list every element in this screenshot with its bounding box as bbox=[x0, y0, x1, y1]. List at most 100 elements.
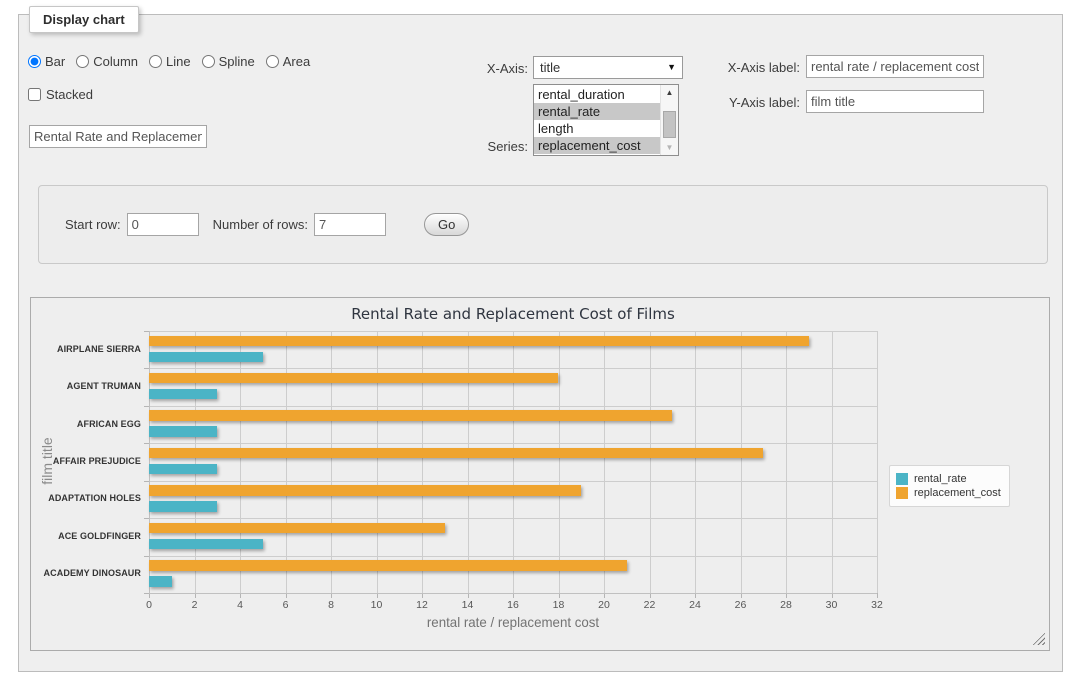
bar-replacement_cost bbox=[149, 448, 763, 459]
legend-label: replacement_cost bbox=[914, 487, 1001, 499]
gridline bbox=[786, 331, 787, 593]
start-row-label: Start row: bbox=[65, 217, 121, 232]
series-listbox[interactable]: rental_durationrental_ratelengthreplacem… bbox=[533, 84, 679, 156]
y-axis-label-field-label: Y-Axis label: bbox=[688, 95, 800, 110]
chart-type-radio-area[interactable] bbox=[266, 55, 279, 68]
fieldset-legend: Display chart bbox=[29, 6, 139, 33]
series-option-replacement_cost[interactable]: replacement_cost bbox=[534, 137, 661, 154]
x-axis-picker-label: X-Axis: bbox=[440, 61, 528, 76]
row-controls: Start row: Number of rows: Go bbox=[65, 186, 469, 263]
y-tickmark bbox=[144, 518, 149, 519]
stacked-checkbox[interactable] bbox=[28, 88, 41, 101]
x-tick-label: 26 bbox=[726, 599, 756, 611]
gridline bbox=[650, 331, 651, 593]
scroll-down-icon[interactable]: ▼ bbox=[661, 140, 678, 155]
bar-rental_rate bbox=[149, 501, 217, 512]
chart-type-radio-line[interactable] bbox=[149, 55, 162, 68]
gridline bbox=[377, 331, 378, 593]
chart-type-option-spline[interactable]: Spline bbox=[202, 54, 255, 69]
gridline bbox=[604, 331, 605, 593]
chevron-down-icon: ▼ bbox=[667, 62, 676, 72]
chart-type-option-area[interactable]: Area bbox=[266, 54, 310, 69]
bar-rental_rate bbox=[149, 352, 263, 363]
y-tickmark bbox=[144, 556, 149, 557]
legend-item-rental_rate[interactable]: rental_rate bbox=[896, 473, 1001, 485]
series-listbox-scrollbar[interactable]: ▲ ▼ bbox=[660, 85, 678, 155]
chart-type-radiogroup: Bar Column Line Spline Area bbox=[28, 54, 321, 69]
legend-item-replacement_cost[interactable]: replacement_cost bbox=[896, 487, 1001, 499]
chart-legend: rental_rate replacement_cost bbox=[889, 465, 1010, 507]
scrollbar-thumb[interactable] bbox=[663, 111, 676, 138]
app-root: Display chart Bar Column Line Spline Area St… bbox=[0, 0, 1081, 681]
x-axis-label-field-label: X-Axis label: bbox=[688, 60, 800, 75]
gridline bbox=[832, 331, 833, 593]
chart-type-option-line[interactable]: Line bbox=[149, 54, 191, 69]
gridline bbox=[695, 331, 696, 593]
x-tick-label: 24 bbox=[680, 599, 710, 611]
bar-rental_rate bbox=[149, 426, 217, 437]
bar-rental_rate bbox=[149, 389, 217, 400]
chart-type-radio-spline[interactable] bbox=[202, 55, 215, 68]
row-controls-panel: Start row: Number of rows: Go bbox=[38, 185, 1048, 264]
gridline bbox=[240, 331, 241, 593]
y-tickmark bbox=[144, 368, 149, 369]
bar-replacement_cost bbox=[149, 523, 445, 534]
x-tick-label: 8 bbox=[316, 599, 346, 611]
x-tick-label: 22 bbox=[635, 599, 665, 611]
x-tickmark bbox=[877, 593, 878, 598]
y-tickmark bbox=[144, 331, 149, 332]
bar-replacement_cost bbox=[149, 336, 809, 347]
y-axis-title: film title bbox=[39, 330, 55, 592]
bar-replacement_cost bbox=[149, 485, 581, 496]
x-tick-label: 2 bbox=[180, 599, 210, 611]
x-axis-label-input[interactable] bbox=[806, 55, 984, 78]
series-picker-label: Series: bbox=[440, 139, 528, 154]
x-tick-label: 0 bbox=[134, 599, 164, 611]
y-tickmark bbox=[144, 406, 149, 407]
x-tick-label: 30 bbox=[817, 599, 847, 611]
y-axis-label-input[interactable] bbox=[806, 90, 984, 113]
gridline bbox=[513, 331, 514, 593]
chart-type-option-column[interactable]: Column bbox=[76, 54, 138, 69]
bar-rental_rate bbox=[149, 576, 172, 587]
x-tick-label: 14 bbox=[453, 599, 483, 611]
start-row-input[interactable] bbox=[127, 213, 199, 236]
gridline bbox=[195, 331, 196, 593]
bar-rental_rate bbox=[149, 539, 263, 550]
number-of-rows-input[interactable] bbox=[314, 213, 386, 236]
gridline bbox=[149, 331, 150, 593]
gridline bbox=[331, 331, 332, 593]
gridline bbox=[468, 331, 469, 593]
chart-type-option-bar[interactable]: Bar bbox=[28, 54, 65, 69]
x-tick-label: 10 bbox=[362, 599, 392, 611]
stacked-checkbox-row[interactable]: Stacked bbox=[28, 87, 93, 102]
x-tick-label: 20 bbox=[589, 599, 619, 611]
stacked-label: Stacked bbox=[46, 87, 93, 102]
legend-swatch-icon bbox=[896, 473, 908, 485]
chart-type-radio-label: Column bbox=[93, 54, 138, 69]
number-of-rows-label: Number of rows: bbox=[213, 217, 308, 232]
x-tick-label: 4 bbox=[225, 599, 255, 611]
x-tick-label: 12 bbox=[407, 599, 437, 611]
go-button[interactable]: Go bbox=[424, 213, 469, 236]
chart-type-radio-label: Bar bbox=[45, 54, 65, 69]
legend-swatch-icon bbox=[896, 487, 908, 499]
x-tick-label: 6 bbox=[271, 599, 301, 611]
series-option-rental_duration[interactable]: rental_duration bbox=[534, 86, 661, 103]
chart-type-radio-column[interactable] bbox=[76, 55, 89, 68]
scroll-up-icon[interactable]: ▲ bbox=[661, 85, 678, 100]
series-option-rental_rate[interactable]: rental_rate bbox=[534, 103, 661, 120]
bar-rental_rate bbox=[149, 464, 217, 475]
x-tick-label: 32 bbox=[862, 599, 892, 611]
bar-replacement_cost bbox=[149, 373, 558, 384]
series-option-length[interactable]: length bbox=[534, 120, 661, 137]
y-tickmark bbox=[144, 481, 149, 482]
x-tick-label: 16 bbox=[498, 599, 528, 611]
chart-title-input[interactable] bbox=[29, 125, 207, 148]
x-axis-select[interactable]: title ▼ bbox=[533, 56, 683, 79]
chart-type-radio-label: Spline bbox=[219, 54, 255, 69]
x-tick-label: 18 bbox=[544, 599, 574, 611]
gridline bbox=[422, 331, 423, 593]
gridline bbox=[877, 331, 878, 593]
chart-type-radio-bar[interactable] bbox=[28, 55, 41, 68]
